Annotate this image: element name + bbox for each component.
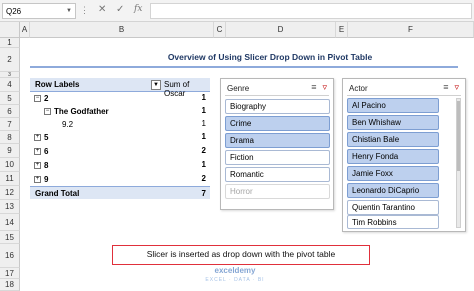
row-header-17[interactable]: 17 (0, 268, 20, 279)
grand-total-row: Grand Total 7 (30, 186, 210, 199)
expand-icon[interactable]: + (34, 148, 41, 156)
slicer-item-al-pacino[interactable]: Al Pacino (347, 98, 439, 113)
row-header-2[interactable]: 2 (0, 48, 20, 72)
grand-total-value: 7 (201, 189, 206, 198)
slicer-divider (347, 95, 461, 96)
row-header-9[interactable]: 9 (0, 144, 20, 158)
name-box-value: Q26 (6, 7, 22, 16)
slicer-item-fiction[interactable]: Fiction (225, 150, 330, 165)
row-header-15[interactable]: 15 (0, 231, 20, 244)
pivot-row-value: 1 (201, 132, 206, 141)
formula-bar-grip-icon: ⋮ (80, 5, 90, 15)
column-header-b[interactable]: B (30, 22, 214, 38)
row-header-16[interactable]: 16 (0, 244, 20, 268)
slicer-item-drama[interactable]: Drama (225, 133, 330, 148)
row-header-1[interactable]: 1 (0, 38, 20, 48)
row-header-11[interactable]: 11 (0, 172, 20, 186)
column-header-d[interactable]: D (226, 22, 336, 38)
pivot-row[interactable]: +5 (34, 131, 48, 144)
sheet-title: Overview of Using Slicer Drop Down in Pi… (167, 52, 373, 62)
grand-total-label: Grand Total (35, 189, 80, 198)
pivot-row[interactable]: − The Godfather (44, 105, 109, 118)
scrollbar-thumb[interactable] (457, 101, 460, 171)
pivot-row-value: 1 (201, 119, 206, 128)
slicer-item-biography[interactable]: Biography (225, 99, 330, 114)
expand-icon[interactable]: + (34, 134, 41, 142)
watermark-logo: exceldemy (214, 266, 256, 275)
slicer-item-romantic[interactable]: Romantic (225, 167, 330, 182)
collapse-icon[interactable]: − (44, 108, 51, 116)
expand-icon[interactable]: + (34, 162, 41, 170)
pivot-row-value: 1 (201, 160, 206, 169)
clear-filter-icon[interactable]: ▿ (454, 82, 459, 92)
slicer-item-chistian-bale[interactable]: Chistian Bale (347, 132, 439, 147)
column-header-c[interactable]: C (214, 22, 226, 38)
pivot-header: Row Labels ▼ Sum of Oscar (30, 78, 210, 98)
row-header-6[interactable]: 6 (0, 105, 20, 118)
slicer-item-tim-robbins[interactable]: Tim Robbins (347, 215, 439, 229)
row-header-18[interactable]: 18 (0, 279, 20, 291)
select-all-corner[interactable] (0, 22, 20, 38)
pivot-row-value: 1 (201, 106, 206, 115)
multi-select-icon[interactable]: ≡ (443, 82, 448, 92)
slicer-item-horror[interactable]: Horror (225, 184, 330, 199)
clear-filter-icon[interactable]: ▿ (322, 82, 327, 92)
column-header-a[interactable]: A (20, 22, 30, 38)
column-header-f[interactable]: F (348, 22, 474, 38)
slicer-item-quentin-tarantino[interactable]: Quentin Tarantino (347, 200, 439, 215)
watermark-tagline: EXCEL · DATA · BI (205, 277, 265, 283)
row-header-12[interactable]: 12 (0, 186, 20, 200)
pivot-row[interactable]: +6 (34, 145, 48, 158)
pivot-row[interactable]: +8 (34, 159, 48, 172)
pivot-row[interactable]: −2 (34, 92, 48, 105)
row-header-8[interactable]: 8 (0, 131, 20, 144)
formula-bar: Q26 ▼ ⋮ ✕ ✓ fx (0, 0, 474, 22)
pivot-row-label: 2 (44, 94, 49, 103)
row-header-5[interactable]: 5 (0, 92, 20, 105)
multi-select-icon[interactable]: ≡ (311, 82, 316, 92)
pivot-row-label: 6 (44, 147, 49, 156)
annotation-callout: Slicer is inserted as drop down with the… (112, 245, 370, 265)
actor-slicer[interactable]: Actor ≡ ▿ Al Pacino Ben Whishaw Chistian … (342, 78, 466, 232)
slicer-divider (225, 95, 329, 96)
row-header-4[interactable]: 4 (0, 78, 20, 92)
collapse-icon[interactable]: − (34, 95, 41, 103)
cancel-icon[interactable]: ✕ (98, 4, 106, 15)
pivot-row[interactable]: +9 (34, 173, 48, 186)
row-header-13[interactable]: 13 (0, 200, 20, 214)
enter-icon[interactable]: ✓ (116, 4, 124, 15)
pivot-row-value: 1 (201, 93, 206, 102)
filter-dropdown-icon[interactable]: ▼ (151, 80, 161, 90)
pivot-row-label: 9 (44, 175, 49, 184)
pivot-row-label: 8 (44, 161, 49, 170)
actor-slicer-title: Actor (349, 84, 368, 93)
column-header-e[interactable]: E (336, 22, 348, 38)
slicer-item-jamie-foxx[interactable]: Jamie Foxx (347, 166, 439, 181)
row-header-14[interactable]: 14 (0, 214, 20, 231)
slicer-item-ben-whishaw[interactable]: Ben Whishaw (347, 115, 439, 130)
genre-slicer-title: Genre (227, 84, 250, 93)
pivot-row-label: 9.2 (62, 120, 74, 129)
pivot-row-value: 2 (201, 146, 206, 155)
genre-slicer[interactable]: Genre ≡ ▿ Biography Crime Drama Fiction R… (220, 78, 334, 210)
row-header-7[interactable]: 7 (0, 118, 20, 131)
insert-function-icon[interactable]: fx (134, 4, 142, 14)
pivot-row[interactable]: 9.2 (62, 118, 73, 131)
pivot-row-label: The Godfather (54, 107, 109, 116)
pivot-row-label: 5 (44, 133, 49, 142)
title-underline (30, 66, 458, 68)
slicer-item-leonardo-dicaprio[interactable]: Leonardo DiCaprio (347, 183, 439, 198)
slicer-item-henry-fonda[interactable]: Henry Fonda (347, 149, 439, 164)
row-labels-header[interactable]: Row Labels (35, 80, 79, 89)
formula-input[interactable] (150, 3, 472, 19)
slicer-item-crime[interactable]: Crime (225, 116, 330, 131)
chevron-down-icon[interactable]: ▼ (66, 8, 72, 14)
name-box[interactable]: Q26 ▼ (2, 3, 76, 19)
slicer-scrollbar[interactable] (456, 98, 461, 228)
row-header-10[interactable]: 10 (0, 158, 20, 172)
expand-icon[interactable]: + (34, 176, 41, 184)
pivot-row-value: 2 (201, 174, 206, 183)
